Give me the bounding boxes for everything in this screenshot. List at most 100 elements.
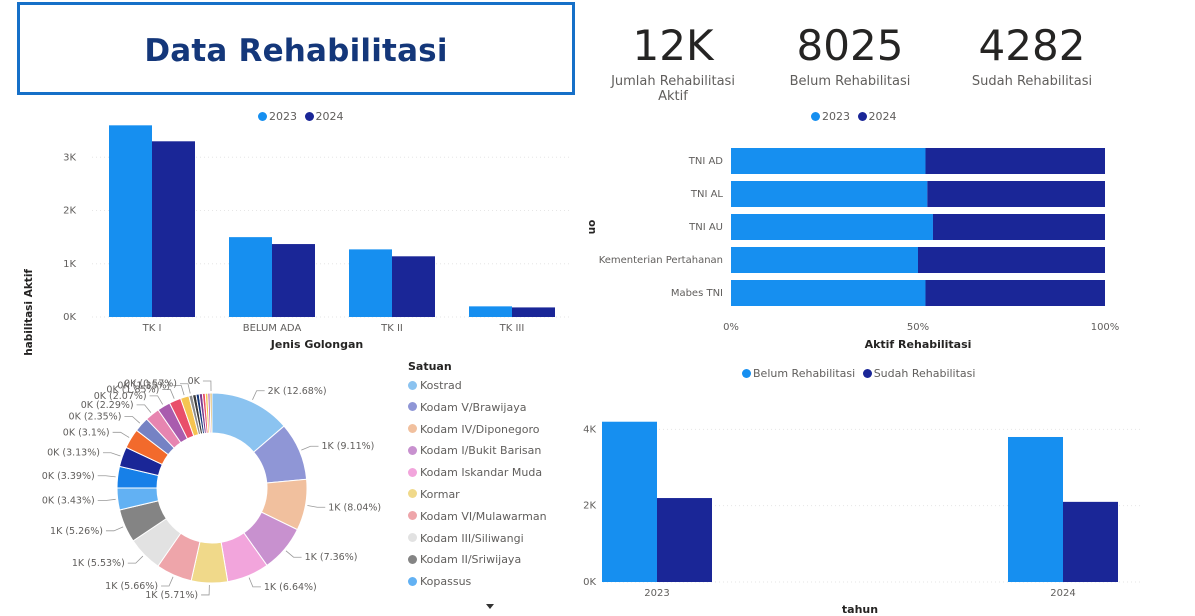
slice-data-label: 1K (5.53%) — [72, 558, 125, 569]
slice-data-label: 0K (0.57%) — [124, 379, 177, 390]
kpi-value: 4282 — [978, 21, 1086, 70]
legend-label: Kodam VI/Mulawarman — [420, 509, 547, 523]
legend-dot-icon — [408, 576, 417, 586]
legend-label: Kopassus — [420, 575, 472, 589]
leader-line — [127, 555, 144, 564]
bar-2024 — [925, 280, 1105, 306]
bar-2024 — [152, 141, 195, 317]
golongan-y-axis-title: Rehabilitasi Aktif — [23, 269, 35, 355]
y-tick-label: Kementerian Pertahanan — [599, 255, 723, 266]
x-tick-label: TK III — [499, 323, 525, 334]
leader-line — [97, 498, 116, 501]
kpi-value: 12K — [632, 21, 714, 70]
bar-2024 — [918, 247, 1105, 273]
legend-item[interactable]: Kopassus — [408, 574, 547, 596]
y-tick-label: 2K — [583, 501, 596, 512]
leader-line — [202, 380, 212, 392]
legend-label: Kodam Iskandar Muda — [420, 466, 543, 480]
uo-legend[interactable]: 2023 2024 — [811, 110, 901, 123]
slice-data-label: 1K (5.26%) — [50, 526, 103, 537]
kpi-value: 8025 — [796, 21, 904, 70]
legend-dot-icon — [408, 511, 417, 521]
x-tick-label: 2023 — [644, 588, 669, 599]
bar-2023 — [229, 237, 272, 317]
bar-2024 — [932, 214, 1105, 240]
legend-dot-icon — [862, 368, 872, 378]
legend-dot-icon — [408, 380, 417, 390]
slice-data-label: 1K (9.11%) — [322, 441, 375, 452]
leader-line — [105, 526, 124, 532]
slice-data-label: 0K (3.43%) — [42, 495, 95, 506]
tahun-legend[interactable]: Belum Rehabilitasi Sudah Rehabilitasi — [742, 367, 979, 380]
legend-item[interactable]: Kodam VI/Mulawarman — [408, 509, 547, 531]
legend-item-2024[interactable]: 2024 — [857, 110, 897, 123]
kpi-label: Sudah Rehabilitasi — [971, 74, 1093, 89]
legend-label: 2023 — [822, 110, 850, 123]
legend-item[interactable]: Kodam III/Siliwangi — [408, 531, 547, 553]
satuan-legend-list: Kostrad Kodam V/Brawijaya Kodam IV/Diponeg… — [408, 378, 547, 596]
legend-label: Kodam IV/Diponegoro — [420, 422, 540, 436]
y-tick-label: 3K — [63, 152, 76, 163]
tahun-bar-chart: 0K 2K 4K 2023 2024 tahun — [583, 421, 1140, 616]
satuan-legend[interactable]: Satuan Kostrad Kodam V/Brawijaya Kodam IV/… — [408, 360, 547, 596]
slice-data-label: 1K (7.36%) — [305, 552, 358, 563]
bar-Belum Rehabilitasi — [602, 421, 657, 582]
uo-y-axis-title: uo — [586, 220, 598, 235]
y-tick-label: Mabes TNI — [671, 288, 723, 299]
donut-slice — [209, 392, 213, 434]
bar-2023 — [349, 249, 392, 317]
satuan-donut-chart: 2K (12.68%) 1K (9.11%) 1K (8.04%) 1K (7.36%… — [42, 376, 381, 601]
legend-item[interactable]: Kostrad — [408, 378, 547, 400]
bar-2023 — [731, 148, 926, 174]
legend-item-2023[interactable]: 2023 — [811, 110, 850, 123]
leader-line — [102, 452, 121, 457]
kpi-label: Belum Rehabilitasi — [789, 74, 911, 89]
legend-dot-icon — [408, 489, 417, 499]
leader-line — [248, 577, 261, 588]
legend-item[interactable]: Kodam V/Brawijaya — [408, 400, 547, 422]
legend-item[interactable]: Kodam IV/Diponegoro — [408, 422, 547, 444]
uo-x-axis-title: Aktif Rehabilitasi — [865, 338, 972, 351]
y-tick-label: 0K — [63, 312, 76, 323]
leader-line — [149, 395, 164, 405]
slice-data-label: 1K (5.66%) — [105, 581, 158, 592]
legend-label: Kostrad — [420, 379, 462, 392]
legend-item-belum[interactable]: Belum Rehabilitasi — [742, 367, 855, 380]
legend-dot-icon — [408, 402, 417, 412]
kpi-sudah: 4282 Sudah Rehabilitasi — [956, 20, 1108, 89]
y-tick-label: 0K — [583, 577, 596, 588]
leader-line — [161, 576, 174, 587]
bar-Belum Rehabilitasi — [1008, 436, 1063, 582]
legend-item[interactable]: Kodam Iskandar Muda — [408, 465, 547, 487]
kpi-belum: 8025 Belum Rehabilitasi — [774, 20, 926, 89]
leader-line — [97, 475, 116, 478]
slice-data-label: 0K (3.13%) — [47, 448, 100, 459]
y-tick-label: TNI AL — [690, 189, 724, 200]
legend-dot-icon — [857, 111, 867, 121]
uo-stacked-bar-chart: TNI AD TNI AL TNI AU Kementerian Pertahanan… — [586, 148, 1119, 351]
bar-2023 — [731, 247, 918, 273]
tahun-x-axis-title: tahun — [842, 603, 878, 616]
legend-label: Kormar — [420, 487, 460, 501]
bar-2024 — [512, 307, 555, 317]
legend-item-sudah[interactable]: Sudah Rehabilitasi — [862, 367, 975, 380]
legend-dot-icon — [742, 368, 751, 378]
legend-label: Kodam I/Bukit Barisan — [420, 444, 542, 458]
leader-line — [124, 416, 141, 424]
x-tick-label: TK II — [380, 323, 403, 334]
caret-down-icon[interactable] — [486, 604, 494, 609]
legend-dot-icon — [811, 111, 820, 121]
legend-dot-icon — [408, 445, 417, 455]
legend-item[interactable]: Kormar — [408, 487, 547, 509]
slice-data-label: 1K (8.04%) — [328, 502, 381, 513]
legend-item[interactable]: Kodam I/Bukit Barisan — [408, 443, 547, 465]
slice-data-label: 0K — [188, 376, 201, 387]
x-tick-label: 0% — [723, 322, 739, 333]
bar-2024 — [392, 256, 435, 317]
y-tick-label: 4K — [583, 424, 596, 435]
bar-2024 — [925, 148, 1105, 174]
legend-item[interactable]: Kodam II/Sriwijaya — [408, 552, 547, 574]
legend-label: Kodam V/Brawijaya — [420, 400, 527, 414]
leader-line — [285, 550, 302, 558]
legend-label: Kodam III/Siliwangi — [420, 531, 524, 545]
